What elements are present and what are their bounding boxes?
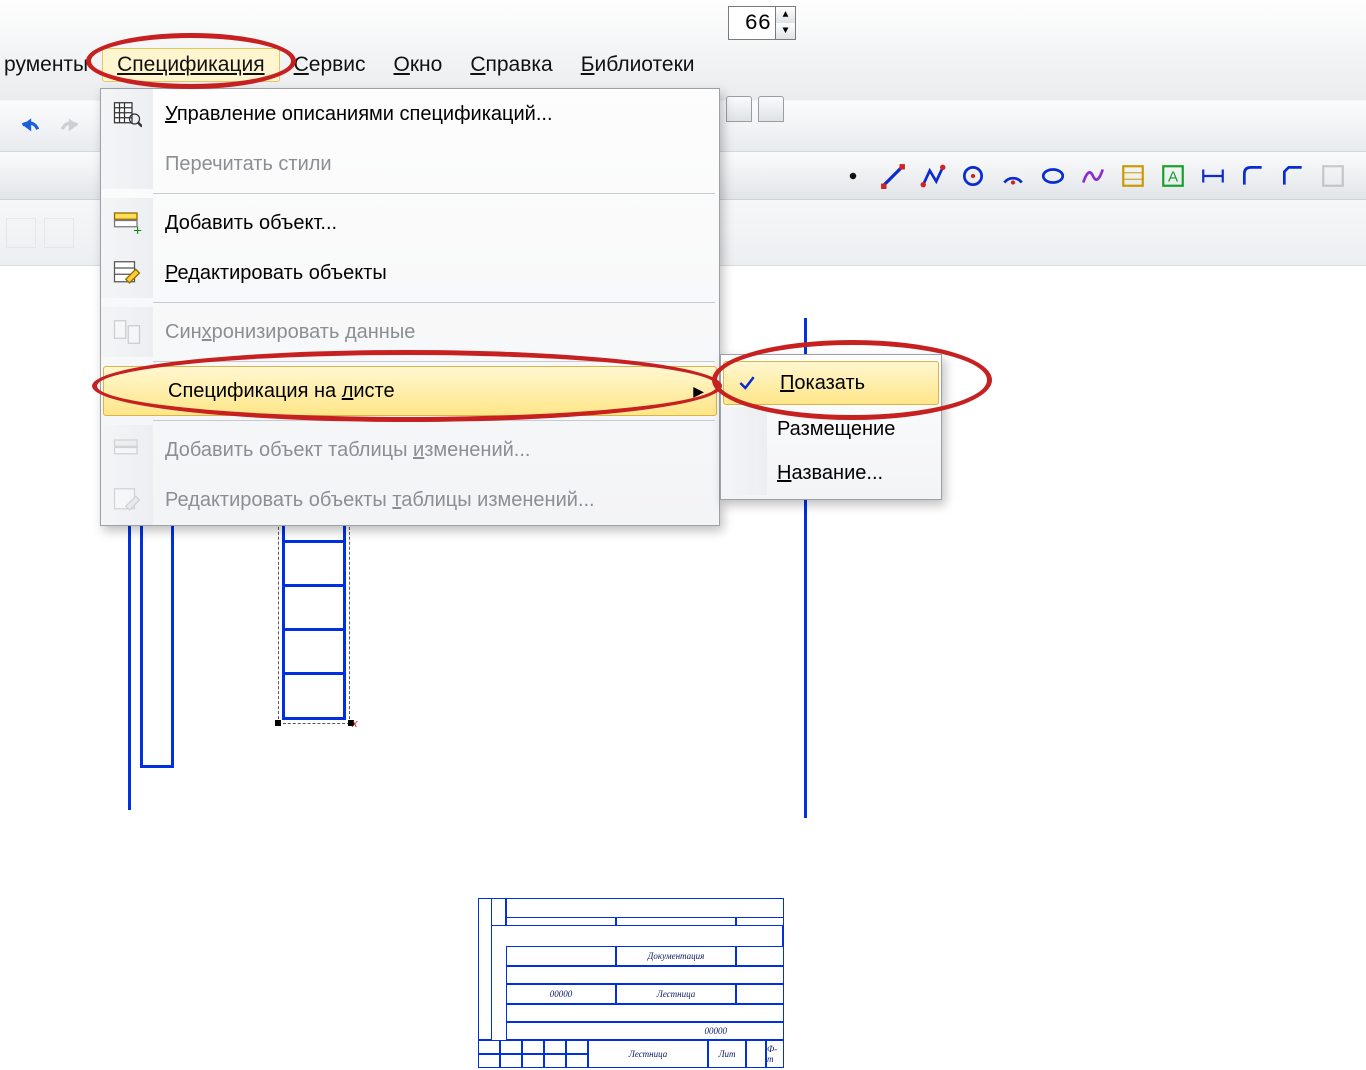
spec-on-sheet-submenu: Показать Размещение Название... [720,354,942,500]
specification-dropdown: Управление описаниями спецификаций... Пе… [100,88,720,526]
numeric-stepper[interactable]: ▲ ▼ [728,6,796,40]
menu-item-window[interactable]: Окно [380,49,457,81]
handle[interactable] [275,720,281,726]
misc-tool-icon[interactable] [1320,163,1346,189]
edit-table-icon [112,258,142,288]
hatch-tool-icon[interactable] [1120,163,1146,189]
drawing-tool-strip: A [840,152,1346,200]
menu-item-service[interactable]: Сервис [280,49,380,81]
drawing-frame-left [128,510,131,810]
submenu-placement[interactable]: Размещение [721,407,941,451]
menu-separator-4 [153,420,715,421]
spline-tool-icon[interactable] [1080,163,1106,189]
ghost-button-2 [44,218,74,248]
svg-text:A: A [1168,168,1179,185]
undo-button[interactable] [12,109,46,143]
fillet-tool-icon[interactable] [1240,163,1266,189]
redo-button[interactable] [54,109,88,143]
selection-box [278,492,350,724]
menu-separator-3 [153,361,715,362]
line-tool-icon[interactable] [880,163,906,189]
spec-table: Обозначение Наименование Приме- чание До… [478,898,786,1070]
submenu-arrow-icon: ▶ [693,383,704,400]
drawing-annotation: x [352,718,358,730]
add-change-icon [112,435,142,465]
arc-tool-icon[interactable] [1000,163,1026,189]
point-tool-icon[interactable] [840,163,866,189]
spin-down[interactable]: ▼ [775,23,795,39]
menubar: рументы Спецификация Сервис Окно Справка… [0,40,1366,90]
grid-icon [112,99,142,129]
menu-add-object[interactable]: + Добавить объект... [101,198,719,248]
menu-item-specification[interactable]: Спецификация [102,48,279,82]
menu-item-help[interactable]: Справка [456,49,566,81]
chamfer-tool-icon[interactable] [1280,163,1306,189]
ghost-button-1 [6,218,36,248]
spin-up[interactable]: ▲ [775,7,795,23]
toolbar-row-3-right [716,200,1366,266]
menu-item-tools-partial[interactable]: рументы [0,49,102,81]
circle-tool-icon[interactable] [960,163,986,189]
svg-text:+: + [133,223,142,239]
submenu-name[interactable]: Название... [721,451,941,495]
tab-stub-1[interactable] [726,96,752,122]
menu-separator-2 [153,302,715,303]
check-icon [737,373,757,393]
menu-spec-on-sheet[interactable]: Спецификация на листе ▶ [103,366,717,416]
numeric-input[interactable] [729,9,775,38]
menu-item-libraries[interactable]: Библиотеки [567,49,709,81]
drawing-part-strip [140,510,174,768]
sync-icon [112,317,142,347]
dimension-tool-icon[interactable] [1200,163,1226,189]
menu-edit-objects[interactable]: Редактировать объекты [101,248,719,298]
edit-change-icon [112,485,142,515]
submenu-show[interactable]: Показать [723,361,939,405]
menu-reread-styles: Перечитать стили [101,139,719,189]
menu-edit-change-table-objects: Редактировать объекты таблицы изменений.… [101,475,719,525]
add-row-icon: + [112,208,142,238]
toolbar-row-3-left [0,200,100,266]
menu-add-change-table-object: Добавить объект таблицы изменений... [101,425,719,475]
tab-stub-2[interactable] [758,96,784,122]
menu-sync-data: Синхронизировать данные [101,307,719,357]
menu-separator-1 [153,193,715,194]
menu-manage-descriptions[interactable]: Управление описаниями спецификаций... [101,89,719,139]
polyline-tool-icon[interactable] [920,163,946,189]
ellipse-tool-icon[interactable] [1040,163,1066,189]
text-tool-icon[interactable]: A [1160,163,1186,189]
